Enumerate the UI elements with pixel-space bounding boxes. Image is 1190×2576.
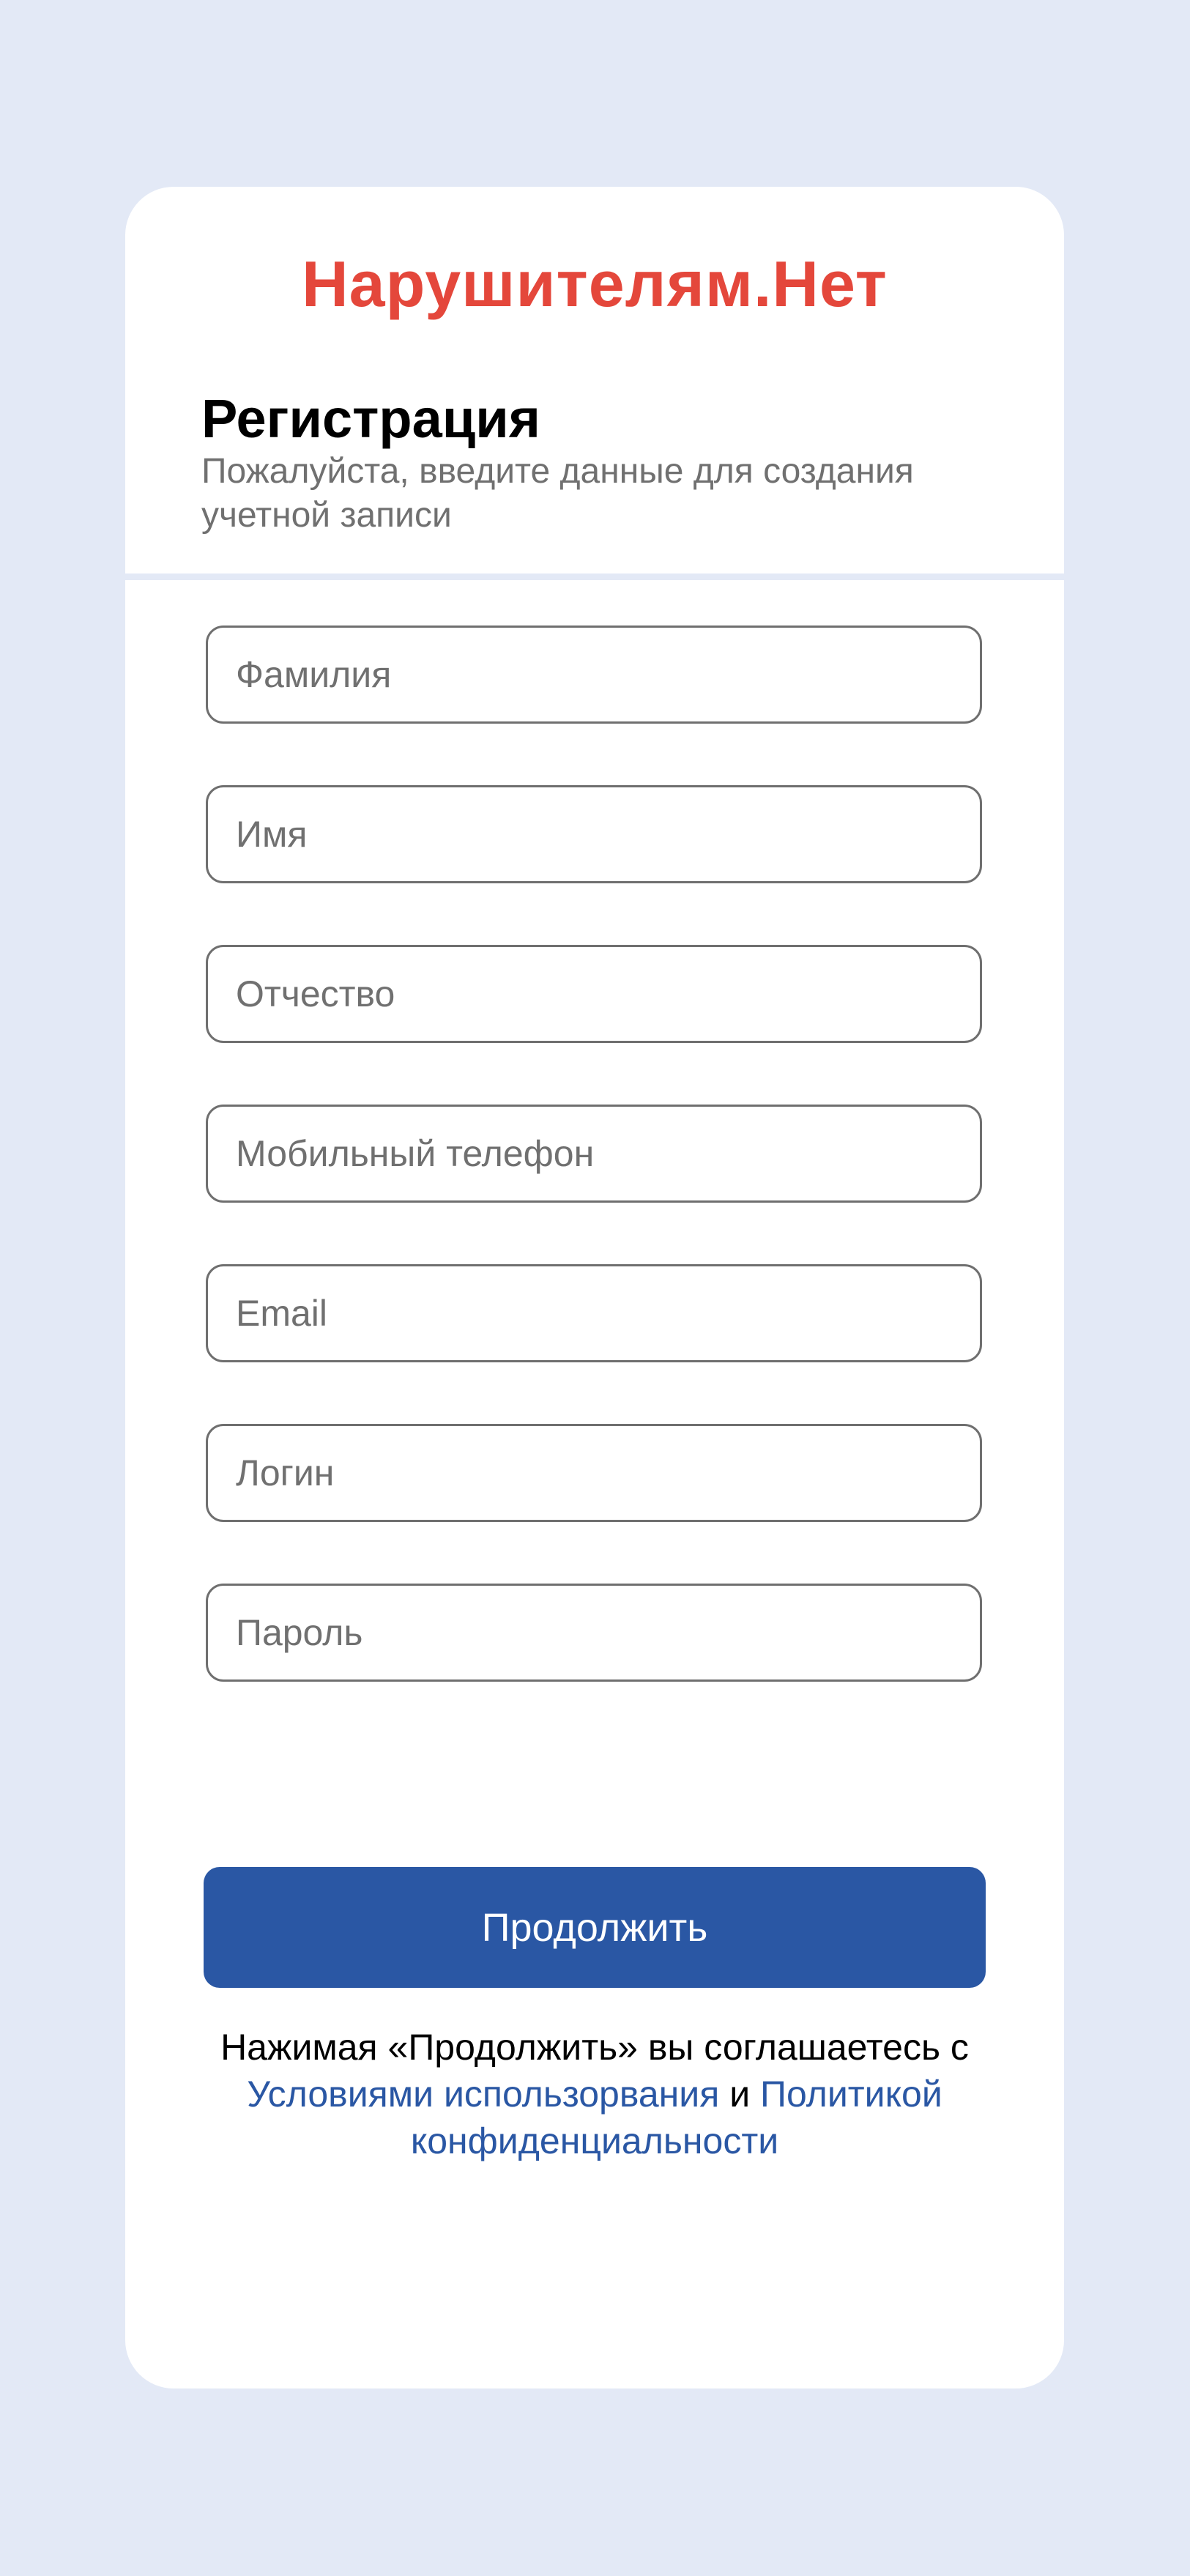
page-title: Регистрация	[201, 388, 540, 449]
header-divider	[125, 574, 1064, 580]
registration-card: Нарушителям.Нет Регистрация Пожалуйста, …	[125, 187, 1064, 2388]
consent-text-before: Нажимая «Продолжить» вы соглашаетесь с	[220, 2027, 969, 2068]
consent-text: Нажимая «Продолжить» вы соглашаетесь с У…	[184, 2024, 1005, 2164]
continue-button[interactable]: Продолжить	[204, 1867, 986, 1988]
middle-name-field[interactable]	[206, 945, 982, 1043]
login-field[interactable]	[206, 1424, 982, 1522]
brand-logo-text: Нарушителям.Нет	[302, 248, 888, 320]
page-subtitle: Пожалуйста, введите данные для создания …	[201, 452, 914, 535]
terms-link[interactable]: Условиями использорвания	[247, 2074, 719, 2115]
consent-conjunction: и	[719, 2074, 761, 2115]
password-field[interactable]	[206, 1584, 982, 1682]
mobile-phone-field[interactable]	[206, 1105, 982, 1203]
email-field[interactable]	[206, 1264, 982, 1362]
last-name-field[interactable]	[206, 626, 982, 724]
first-name-field[interactable]	[206, 785, 982, 883]
